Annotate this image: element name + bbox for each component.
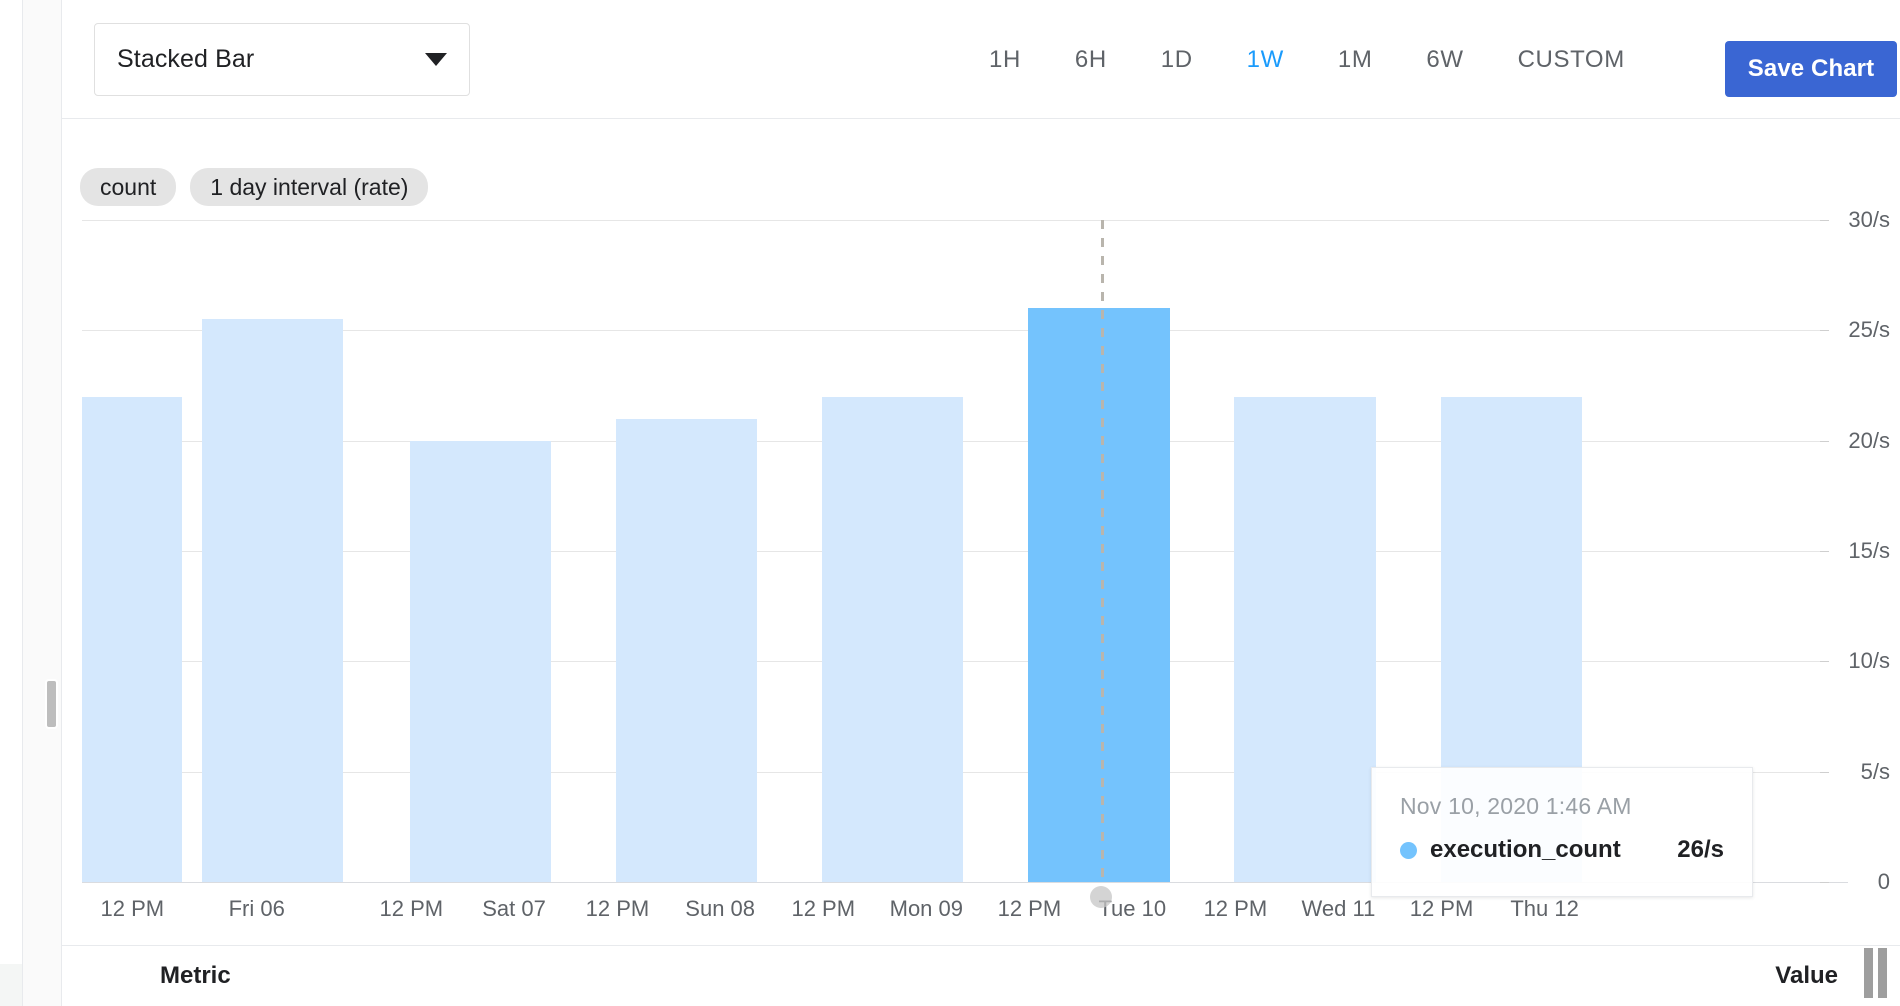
resize-handle[interactable] (47, 681, 56, 727)
chart-editor-page: Stacked Bar 1H 6H 1D 1W 1M 6W CUSTOM Sav… (0, 0, 1900, 1006)
chart-tooltip: Nov 10, 2020 1:46 AM execution_count 26/… (1371, 767, 1753, 897)
tooltip-series-value: 26/s (1677, 836, 1724, 863)
x-axis-tick-label: 12 PM (791, 896, 856, 921)
column-header-metric[interactable]: Metric (160, 962, 231, 990)
chart-bar[interactable] (822, 396, 964, 882)
column-header-value[interactable]: Value (1775, 962, 1838, 990)
x-axis-tick-label: 12 PM (379, 896, 444, 921)
left-gutter (0, 0, 62, 1006)
y-axis-tick-label: 10/s (1848, 648, 1890, 674)
cursor-line (1101, 220, 1105, 882)
range-button-custom[interactable]: CUSTOM (1491, 46, 1652, 74)
y-axis-tick (1820, 882, 1829, 883)
chart-toolbar: Stacked Bar 1H 6H 1D 1W 1M 6W CUSTOM Sav… (62, 0, 1900, 119)
range-button-6w[interactable]: 6W (1399, 46, 1490, 74)
y-axis-tick (1820, 661, 1829, 663)
x-axis-tick-label: Mon 09 (889, 896, 964, 921)
x-axis-tick-label: Fri 06 (228, 896, 285, 921)
chart-bar[interactable] (616, 418, 758, 882)
chart-bar[interactable] (1234, 396, 1376, 882)
y-axis-tick-label: 5/s (1860, 758, 1890, 784)
y-axis-tick (1820, 220, 1829, 221)
y-axis-tick-label: 20/s (1848, 427, 1890, 453)
time-range-group: 1H 6H 1D 1W 1M 6W CUSTOM (962, 46, 1652, 74)
gutter-panel-top (0, 0, 23, 964)
y-axis-tick (1820, 771, 1829, 773)
x-axis-tick-label: 12 PM (997, 896, 1062, 921)
chart-bar[interactable] (409, 440, 551, 882)
chart-container: 0 5/s 10/s 15/s 20/s 25/s 30/s 12 PM Fri 06 12 P… (62, 200, 1900, 945)
x-axis-tick-label: 12 PM (1409, 896, 1474, 921)
chart-type-label: Stacked Bar (117, 45, 255, 73)
y-axis-tick-label: 0 (1877, 869, 1890, 894)
x-axis-tick-label: 12 PM (585, 896, 650, 921)
range-button-1m[interactable]: 1M (1311, 46, 1400, 74)
series-color-dot (1400, 841, 1417, 859)
x-axis-tick-label: Sat 07 (482, 896, 546, 921)
x-axis: 12 PM Fri 06 12 PM Sat 07 12 PM Sun 08 12 PM Mo… (82, 896, 1829, 936)
tooltip-timestamp: Nov 10, 2020 1:46 AM (1400, 793, 1632, 819)
x-axis-tick-label: 12 PM (1203, 896, 1268, 921)
y-axis-tick-label: 15/s (1848, 538, 1890, 563)
x-axis-tick-label: Wed 11 (1301, 896, 1376, 921)
chart-bar[interactable] (1028, 308, 1170, 882)
save-chart-button[interactable]: Save Chart (1725, 41, 1897, 97)
y-axis: 0 5/s 10/s 15/s 20/s 25/s 30/s (1820, 200, 1900, 945)
y-axis-tick (1820, 330, 1829, 332)
range-button-1d[interactable]: 1D (1134, 46, 1220, 74)
scrollbar-handle[interactable] (1864, 948, 1888, 998)
gridline (82, 220, 1829, 221)
y-axis-tick (1820, 440, 1829, 442)
x-axis-tick-label: Sun 08 (685, 896, 756, 921)
x-axis-tick-label: Thu 12 (1510, 896, 1579, 921)
y-axis-tick-label: 30/s (1848, 207, 1890, 232)
metrics-table-header: Metric Value (62, 945, 1900, 1006)
range-button-6h[interactable]: 6H (1048, 46, 1134, 74)
tooltip-series-name: execution_count (1430, 836, 1621, 863)
gutter-panel-bottom (0, 964, 23, 1006)
chart-type-select[interactable]: Stacked Bar (94, 23, 470, 96)
range-button-1w[interactable]: 1W (1220, 46, 1311, 74)
y-axis-tick (1820, 551, 1829, 552)
y-axis-tick-label: 25/s (1848, 317, 1890, 343)
chevron-down-icon (425, 53, 447, 66)
tooltip-series-row: execution_count 26/s (1400, 836, 1724, 864)
gridline (82, 330, 1829, 332)
x-axis-tick-label: 12 PM (100, 896, 165, 921)
chart-bar[interactable] (201, 319, 343, 882)
chart-bar[interactable] (82, 396, 183, 882)
range-button-1h[interactable]: 1H (962, 46, 1048, 74)
